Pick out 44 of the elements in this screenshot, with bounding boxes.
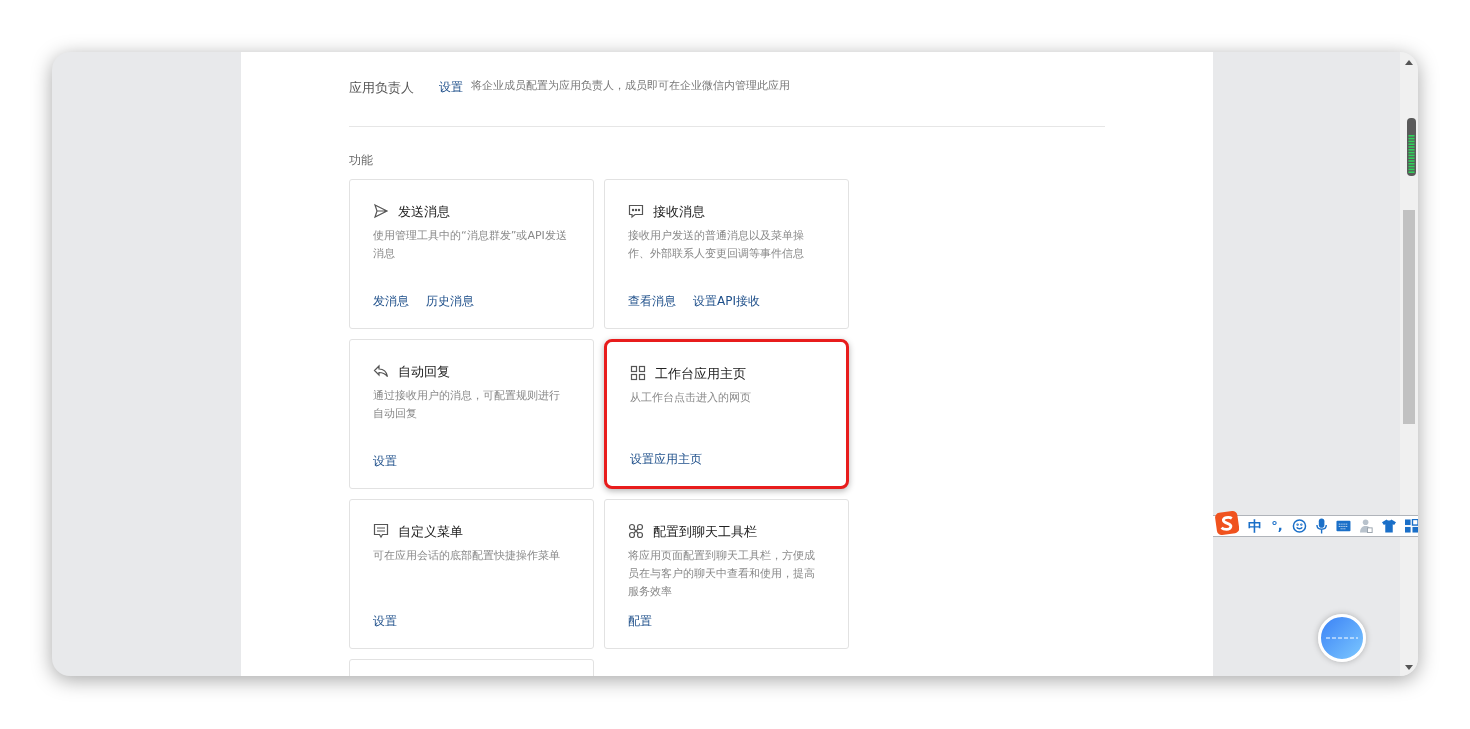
floating-assistant-button[interactable] bbox=[1318, 614, 1366, 662]
card-action-link[interactable]: 设置 bbox=[373, 611, 397, 630]
card-description: 将应用页面配置到聊天工具栏，方便成员在与客户的聊天中查看和使用，提高服务效率 bbox=[628, 548, 816, 600]
tshirt-icon[interactable] bbox=[1381, 519, 1396, 533]
card-action-link[interactable]: 设置API接收 bbox=[693, 291, 760, 310]
card-description: 可在应用会话的底部配置快捷操作菜单 bbox=[373, 548, 561, 564]
card-action-link[interactable]: 历史消息 bbox=[426, 291, 474, 310]
field-hint: 将企业成员配置为应用负责人，成员即可在企业微信内管理此应用 bbox=[471, 78, 790, 94]
card-title: 发送消息 bbox=[398, 202, 450, 221]
level-meter-icon bbox=[1407, 118, 1416, 176]
card-title: 自动回复 bbox=[398, 362, 450, 381]
smiley-icon[interactable] bbox=[1291, 518, 1307, 534]
scroll-up-arrow-icon[interactable] bbox=[1405, 60, 1413, 65]
card-action-link[interactable]: 查看消息 bbox=[628, 291, 676, 310]
scrollbar-thumb[interactable] bbox=[1403, 210, 1415, 424]
send-icon bbox=[373, 203, 389, 220]
card-description: 使用管理工具中的“消息群发”或API发送消息 bbox=[373, 228, 568, 262]
keyboard-icon[interactable] bbox=[1335, 520, 1351, 532]
card-description: 接收用户发送的普通消息以及菜单操作、外部联系人变更回调等事件信息 bbox=[628, 228, 805, 262]
language-toggle[interactable]: 中 bbox=[1248, 515, 1263, 537]
card-title: 配置到聊天工具栏 bbox=[653, 522, 757, 541]
microphone-icon[interactable] bbox=[1315, 518, 1327, 534]
card-action-link[interactable]: 设置应用主页 bbox=[630, 449, 702, 468]
reply-arrow-icon bbox=[373, 363, 389, 380]
link-knot-icon bbox=[628, 523, 644, 540]
card-title: 自定义菜单 bbox=[398, 522, 463, 541]
set-link[interactable]: 设置 bbox=[439, 78, 463, 96]
card-title: 接收消息 bbox=[653, 202, 705, 221]
card-action-link[interactable]: 设置 bbox=[373, 451, 397, 470]
card-description: 从工作台点击进入的网页 bbox=[630, 390, 752, 406]
scroll-down-arrow-icon[interactable] bbox=[1405, 665, 1413, 670]
menu-list-icon bbox=[373, 523, 389, 540]
field-label: 应用负责人 bbox=[349, 79, 415, 97]
input-method-logo-icon[interactable] bbox=[1215, 510, 1240, 536]
card-description: 通过接收用户的消息，可配置规则进行自动回复 bbox=[373, 388, 561, 422]
card-title: 工作台应用主页 bbox=[655, 364, 746, 383]
punctuation-toggle[interactable]: °, bbox=[1271, 516, 1283, 536]
grid-apps-icon[interactable] bbox=[1404, 519, 1418, 533]
dashed-line-icon bbox=[1326, 636, 1358, 640]
section-title: 功能 bbox=[349, 151, 374, 169]
card-action-link[interactable]: 发消息 bbox=[373, 291, 409, 310]
chat-bubble-icon bbox=[628, 203, 644, 220]
grid-icon bbox=[630, 365, 646, 382]
card-action-link[interactable]: 配置 bbox=[628, 611, 652, 630]
